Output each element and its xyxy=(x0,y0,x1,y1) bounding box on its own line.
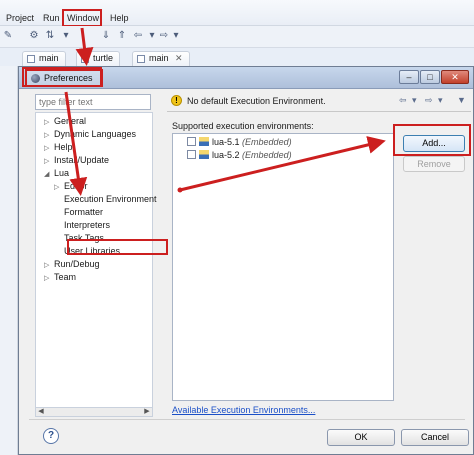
file-icon xyxy=(81,55,89,63)
toolbar: ✎ ⚙ ⇅ ▾ ⇓ ⇑ ⇦ ▾ ⇨ ▾ xyxy=(0,26,474,48)
help-icon[interactable]: ? xyxy=(43,428,59,444)
collapse-icon[interactable]: ◢ xyxy=(44,169,54,181)
dropdown-icon[interactable]: ▾ xyxy=(60,30,72,42)
scroll-right-icon[interactable]: ▶ xyxy=(142,408,152,416)
debug-icon[interactable]: ⚙ xyxy=(28,30,40,42)
close-button[interactable]: ✕ xyxy=(441,70,469,84)
filter-input[interactable] xyxy=(35,94,151,110)
tree-item-general[interactable]: ▷ General xyxy=(44,115,86,127)
ok-button[interactable]: OK xyxy=(327,429,395,446)
environment-list: lua-5.1 (Embedded) lua-5.2 (Embedded) xyxy=(172,133,394,401)
next-annotation-icon[interactable]: ⇓ xyxy=(100,30,112,42)
tab-label: turtle xyxy=(93,53,114,63)
back-dropdown-icon[interactable]: ▾ xyxy=(412,95,417,106)
tab-label: main xyxy=(149,53,169,63)
tree-item-install-update[interactable]: ▷ Install/Update xyxy=(44,154,109,166)
environment-checkbox[interactable] xyxy=(187,137,196,146)
maximize-button[interactable]: □ xyxy=(420,70,440,84)
tree-item-label: General xyxy=(54,116,87,126)
warning-icon: ! xyxy=(171,95,182,106)
preferences-title-highlight xyxy=(22,67,102,87)
forward-icon[interactable]: ⇨ xyxy=(425,95,433,106)
tree-item-lua[interactable]: ◢ Lua xyxy=(44,167,69,179)
sort-icon[interactable]: ⇅ xyxy=(44,30,56,42)
tree-item-label: Run/Debug xyxy=(54,259,100,269)
supported-environments-label: Supported execution environments: xyxy=(172,121,314,131)
menu-run[interactable]: Run xyxy=(43,13,60,23)
environment-name: lua-5.2 xyxy=(212,150,240,160)
page-message: No default Execution Environment. xyxy=(187,96,326,106)
tree-item-help[interactable]: ▷ Help xyxy=(44,141,73,153)
tree-item-run-debug[interactable]: ▷ Run/Debug xyxy=(44,258,100,270)
tree-item-label: Install/Update xyxy=(54,155,110,165)
scroll-left-icon[interactable]: ◀ xyxy=(36,408,46,416)
back-icon[interactable]: ⇦ xyxy=(399,95,407,106)
tree-item-editor[interactable]: ▷ Editor xyxy=(54,180,88,192)
tree-item-label: Formatter xyxy=(64,207,104,217)
editor-tab-bar: main turtle main ✕ xyxy=(0,48,474,66)
tree-item-label: Dynamic Languages xyxy=(54,129,137,139)
tab-main-2[interactable]: main ✕ xyxy=(132,51,190,66)
file-icon xyxy=(137,55,145,63)
remove-button[interactable]: Remove xyxy=(403,156,465,172)
tree-item-interpreters[interactable]: Interpreters xyxy=(64,219,110,231)
window-menu-highlight xyxy=(62,9,102,27)
tree-item-label: Lua xyxy=(54,168,70,178)
view-menu-icon[interactable]: ▼ xyxy=(457,95,466,105)
tree-item-label: Help xyxy=(54,142,73,152)
environment-name: lua-5.1 xyxy=(212,137,240,147)
available-environments-link[interactable]: Available Execution Environments... xyxy=(172,405,315,415)
environment-note: (Embedded) xyxy=(242,150,292,160)
new-icon[interactable]: ✎ xyxy=(2,30,14,42)
environment-checkbox[interactable] xyxy=(187,150,196,159)
tree-item-dynamic-languages[interactable]: ▷ Dynamic Languages xyxy=(44,128,136,140)
forward-dropdown-icon[interactable]: ▾ xyxy=(170,30,182,42)
preference-tree: ▷ General ▷ Dynamic Languages ▷ Help ▷ Insta… xyxy=(35,112,157,410)
back-dropdown-icon[interactable]: ▾ xyxy=(146,30,158,42)
environment-row-lua-5-1[interactable]: lua-5.1 (Embedded) xyxy=(187,136,292,148)
tree-horizontal-scrollbar[interactable]: ◀ ▶ xyxy=(35,407,153,417)
tree-item-label: Execution Environment xyxy=(64,194,157,204)
tab-main-1[interactable]: main xyxy=(22,51,66,66)
button-bar-separator xyxy=(29,419,465,420)
cancel-button[interactable]: Cancel xyxy=(401,429,469,446)
forward-dropdown-icon[interactable]: ▾ xyxy=(438,95,443,106)
expand-icon[interactable]: ▷ xyxy=(54,182,64,194)
tree-item-execution-environment[interactable]: Execution Environment xyxy=(64,193,157,205)
forward-icon[interactable]: ⇨ xyxy=(158,30,170,42)
prev-annotation-icon[interactable]: ⇑ xyxy=(116,30,128,42)
tree-item-label: Interpreters xyxy=(64,220,111,230)
environment-icon xyxy=(199,137,209,146)
minimize-button[interactable]: – xyxy=(399,70,419,84)
tab-turtle[interactable]: turtle xyxy=(76,51,121,66)
menu-project[interactable]: Project xyxy=(6,13,34,23)
close-icon[interactable]: ✕ xyxy=(175,53,183,63)
execution-environment-highlight xyxy=(67,239,168,255)
menu-help[interactable]: Help xyxy=(110,13,129,23)
environment-icon xyxy=(199,150,209,159)
environment-note: (Embedded) xyxy=(242,137,292,147)
tree-item-label: Editor xyxy=(64,181,88,191)
page-navigation: ⇦ ▾ ⇨ ▾ ▼ xyxy=(399,95,469,107)
tree-item-formatter[interactable]: Formatter xyxy=(64,206,103,218)
expand-icon[interactable]: ▷ xyxy=(44,273,54,285)
header-separator xyxy=(167,111,471,112)
preferences-dialog: Preferences – □ ✕ ▷General ▷Dynamic Lang… xyxy=(18,66,474,455)
tree-item-label: Team xyxy=(54,272,77,282)
tree-item-team[interactable]: ▷ Team xyxy=(44,271,76,283)
back-icon[interactable]: ⇦ xyxy=(132,30,144,42)
tab-label: main xyxy=(39,53,59,63)
add-button-highlight xyxy=(393,124,471,156)
file-icon xyxy=(27,55,35,63)
environment-row-lua-5-2[interactable]: lua-5.2 (Embedded) xyxy=(187,149,292,161)
left-view-strip xyxy=(0,66,18,455)
